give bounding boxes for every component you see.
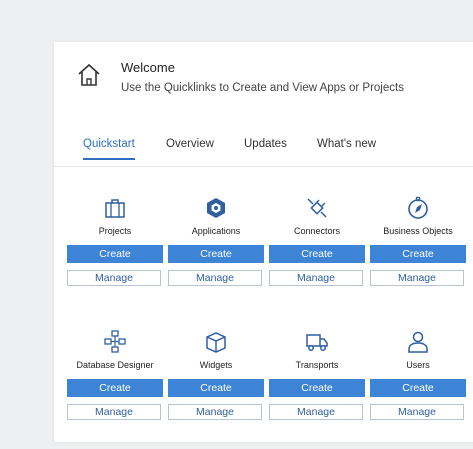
create-transports-button[interactable]: Create (269, 379, 365, 397)
manage-users-button[interactable]: Manage (370, 404, 464, 420)
manage-projects-button[interactable]: Manage (67, 270, 161, 286)
manage-transports-button[interactable]: Manage (269, 404, 363, 420)
tab-updates[interactable]: Updates (244, 138, 287, 158)
create-widgets-button[interactable]: Create (168, 379, 264, 397)
briefcase-icon (105, 199, 125, 218)
welcome-banner: Welcome Use the Quicklinks to Create and… (54, 42, 473, 110)
tab-whats-new[interactable]: What's new (317, 138, 376, 158)
plug-icon (307, 198, 327, 218)
box-icon (206, 332, 226, 353)
tile-business-objects: Business Objects Create Manage (370, 196, 466, 286)
tab-quickstart[interactable]: Quickstart (83, 138, 135, 160)
tile-label: Transports (295, 360, 339, 370)
database-schema-icon (104, 330, 126, 353)
truck-icon (306, 334, 328, 351)
quickstart-panel: Welcome Use the Quicklinks to Create and… (54, 42, 473, 442)
tile-users: Users Create Manage (370, 330, 466, 420)
manage-business-objects-button[interactable]: Manage (370, 270, 464, 286)
tile-widgets: Widgets Create Manage (168, 330, 264, 420)
tile-label: Projects (98, 226, 132, 236)
tile-label: Applications (191, 226, 241, 236)
compass-icon (408, 196, 428, 219)
welcome-title: Welcome (121, 60, 175, 75)
tab-bar: Quickstart Overview Updates What's new (54, 138, 473, 167)
create-applications-button[interactable]: Create (168, 245, 264, 263)
create-projects-button[interactable]: Create (67, 245, 163, 263)
manage-widgets-button[interactable]: Manage (168, 404, 262, 420)
create-users-button[interactable]: Create (370, 379, 466, 397)
tile-projects: Projects Create Manage (67, 196, 163, 286)
tile-label: Database Designer (76, 360, 154, 370)
manage-connectors-button[interactable]: Manage (269, 270, 363, 286)
create-business-objects-button[interactable]: Create (370, 245, 466, 263)
tile-transports: Transports Create Manage (269, 330, 365, 420)
cube-app-icon (207, 198, 225, 218)
manage-database-designer-button[interactable]: Manage (67, 404, 161, 420)
tab-overview[interactable]: Overview (166, 138, 214, 158)
tile-label: Users (406, 360, 430, 370)
tile-label: Connectors (293, 226, 341, 236)
create-database-designer-button[interactable]: Create (67, 379, 163, 397)
welcome-subtitle: Use the Quicklinks to Create and View Ap… (121, 82, 404, 94)
tile-connectors: Connectors Create Manage (269, 196, 365, 286)
tile-label: Widgets (199, 360, 233, 370)
tile-database-designer: Database Designer Create Manage (67, 330, 163, 420)
manage-applications-button[interactable]: Manage (168, 270, 262, 286)
tile-label: Business Objects (383, 226, 453, 236)
user-icon (408, 331, 428, 353)
home-icon (78, 63, 100, 86)
create-connectors-button[interactable]: Create (269, 245, 365, 263)
tile-applications: Applications Create Manage (168, 196, 264, 286)
